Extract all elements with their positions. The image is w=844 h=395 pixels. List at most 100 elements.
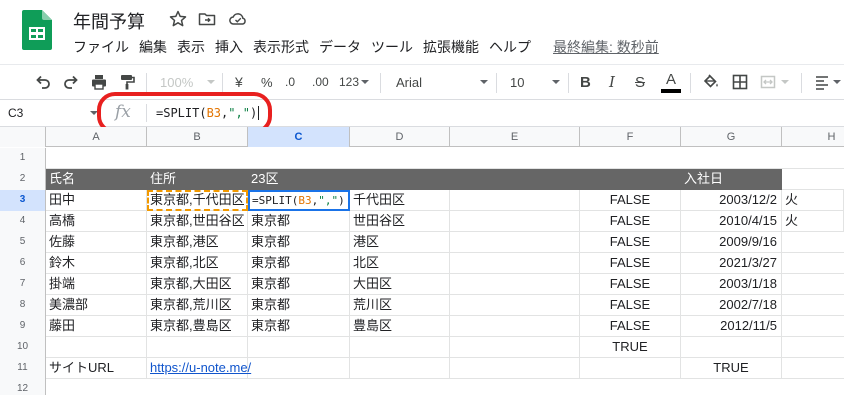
cell-c9[interactable]: 東京都 [248,316,350,337]
column-header-g[interactable]: G [681,127,782,147]
row-header[interactable]: 7 [0,274,46,295]
cell-d4[interactable]: 世田谷区 [350,211,450,232]
cell-a10[interactable] [46,337,147,358]
percent-format-button[interactable]: % [261,65,273,99]
cell-g2[interactable]: 入社日 [681,169,782,190]
cell-e9[interactable] [450,316,580,337]
cell-f4[interactable]: FALSE [580,211,681,232]
cell-f3[interactable]: FALSE [580,190,681,211]
cell-d11[interactable] [350,358,450,379]
google-sheets-logo[interactable] [22,10,52,50]
formula-input[interactable]: =SPLIT(B3,",") [156,106,260,120]
menu-tools[interactable]: ツール [371,35,413,59]
cell-f2[interactable] [580,169,681,190]
cell-g10[interactable] [681,337,782,358]
cell-c8[interactable]: 東京都 [248,295,350,316]
cell-b2[interactable]: 住所 [147,169,248,190]
cell-b6[interactable]: 東京都,北区 [147,253,248,274]
merge-cells-icon[interactable] [759,65,789,99]
cell-a2[interactable]: 氏名 [46,169,147,190]
cell-e5[interactable] [450,232,580,253]
cell-c11[interactable] [248,358,350,379]
menu-insert[interactable]: 挿入 [215,35,243,59]
cell-d8[interactable]: 荒川区 [350,295,450,316]
cell-c4[interactable]: 東京都 [248,211,350,232]
cell-b11[interactable]: https://u-note.me/ [147,358,251,379]
undo-icon[interactable] [34,65,52,99]
cell-d5[interactable]: 港区 [350,232,450,253]
strikethrough-button[interactable]: S [635,65,645,99]
text-color-button[interactable]: A [661,65,681,99]
cell-g6[interactable]: 2021/3/27 [681,253,782,274]
cell-h3[interactable]: 火 [782,190,844,211]
cell-c10[interactable] [248,337,350,358]
menu-edit[interactable]: 編集 [139,35,167,59]
menu-help[interactable]: ヘルプ [489,35,531,59]
site-url-link[interactable]: https://u-note.me/ [150,360,251,375]
cell-g3[interactable]: 2003/12/2 [681,190,782,211]
cell-g7[interactable]: 2003/1/18 [681,274,782,295]
cell-a9[interactable]: 藤田 [46,316,147,337]
row-header[interactable]: 8 [0,295,46,316]
column-header-a[interactable]: A [46,127,147,147]
cell-e2[interactable] [450,169,580,190]
column-header-c[interactable]: C [248,127,350,147]
increase-decimal-button[interactable]: .00 [312,65,329,99]
cell-a6[interactable]: 鈴木 [46,253,147,274]
cell-c6[interactable]: 東京都 [248,253,350,274]
currency-format-button[interactable]: ¥ [235,65,243,99]
cell-d10[interactable] [350,337,450,358]
cell-b5[interactable]: 東京都,港区 [147,232,248,253]
zoom-select[interactable]: 100% [160,65,216,99]
cell-c5[interactable]: 東京都 [248,232,350,253]
column-header-f[interactable]: F [580,127,681,147]
cell-e6[interactable] [450,253,580,274]
row-header[interactable]: 3 [0,190,46,211]
cell-a4[interactable]: 高橋 [46,211,147,232]
decrease-decimal-button[interactable]: .0 [285,65,295,99]
cell-f11[interactable] [580,358,681,379]
cell-g9[interactable]: 2012/11/5 [681,316,782,337]
cell-c2[interactable]: 23区 [248,169,350,190]
star-icon[interactable] [168,9,188,29]
column-header-e[interactable]: E [450,127,580,147]
cell-f9[interactable]: FALSE [580,316,681,337]
menu-file[interactable]: ファイル [73,35,129,59]
cell-a3[interactable]: 田中 [46,190,147,211]
print-icon[interactable] [90,65,108,99]
row-header[interactable]: 9 [0,316,46,337]
menu-view[interactable]: 表示 [177,35,205,59]
cell-g11[interactable]: TRUE [681,358,782,379]
cell-f10[interactable]: TRUE [580,337,681,358]
cell-d6[interactable]: 北区 [350,253,450,274]
name-box-dropdown-icon[interactable] [90,111,98,115]
cell-e4[interactable] [450,211,580,232]
row-header[interactable]: 4 [0,211,46,232]
cell-f7[interactable]: FALSE [580,274,681,295]
cell-c7[interactable]: 東京都 [248,274,350,295]
font-size-select[interactable]: 10 [510,65,560,99]
horizontal-align-icon[interactable] [813,65,841,99]
name-box[interactable]: C3 [0,100,96,126]
cell-e10[interactable] [450,337,580,358]
menu-extensions[interactable]: 拡張機能 [423,35,479,59]
cell-b10[interactable] [147,337,248,358]
cell-d7[interactable]: 大田区 [350,274,450,295]
row-header[interactable]: 12 [0,379,46,395]
cloud-saved-icon[interactable] [228,9,248,29]
cell-a5[interactable]: 佐藤 [46,232,147,253]
last-edit-link[interactable]: 最終編集: 数秒前 [553,37,659,57]
redo-icon[interactable] [62,65,80,99]
font-select[interactable]: Arial [396,65,488,99]
column-header-d[interactable]: D [350,127,450,147]
cell-b3[interactable]: 東京都,千代田区 [147,190,248,211]
italic-button[interactable]: I [609,65,615,99]
cell-b4[interactable]: 東京都,世田谷区 [147,211,248,232]
row-header[interactable]: 11 [0,358,46,379]
select-all-corner[interactable] [0,127,46,147]
cell-d3[interactable]: 千代田区 [350,190,450,211]
cell-b7[interactable]: 東京都,大田区 [147,274,248,295]
row-header[interactable]: 2 [0,169,46,190]
cell-e8[interactable] [450,295,580,316]
row-header[interactable]: 6 [0,253,46,274]
